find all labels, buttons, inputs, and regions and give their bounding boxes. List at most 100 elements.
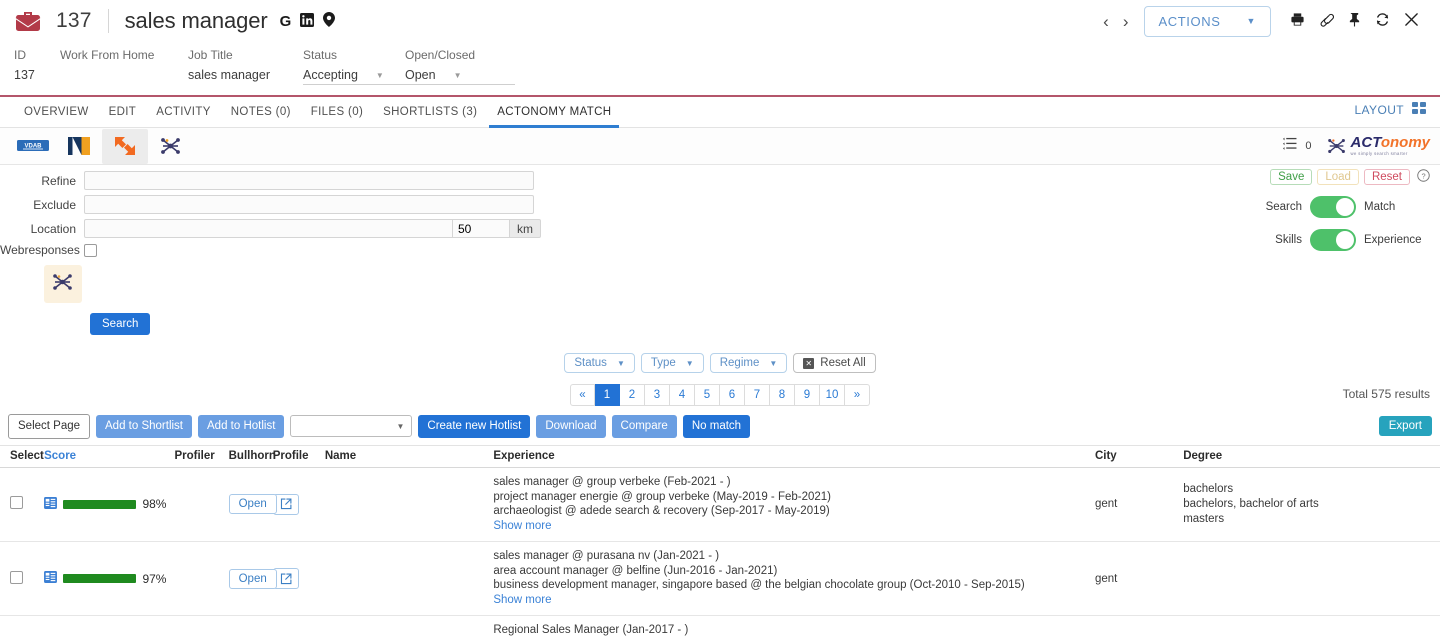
tab-notes[interactable]: NOTES (0) [221,106,301,127]
experience-line: sales manager @ group verbeke (Feb-2021 … [493,475,731,488]
search-panel: Refine Exclude Location km Webresponses [0,165,1440,335]
page-prev-button[interactable]: « [570,384,595,406]
results-action-bar: Select Page Add to Shortlist Add to Hotl… [0,408,1440,445]
page-button-2[interactable]: 2 [620,384,645,406]
show-more-link[interactable]: Show more [493,519,1087,534]
add-to-shortlist-button[interactable]: Add to Shortlist [96,415,192,438]
page-button-5[interactable]: 5 [695,384,720,406]
page-button-8[interactable]: 8 [770,384,795,406]
download-button[interactable]: Download [536,415,606,438]
layout-button[interactable]: LAYOUT [1354,101,1426,127]
open-profile-button[interactable]: Open [228,568,277,589]
page-button-4[interactable]: 4 [670,384,695,406]
tab-overview[interactable]: OVERVIEW [14,106,99,127]
select-page-button[interactable]: Select Page [8,414,91,439]
cell-city: gent [1090,467,1180,543]
score-bar [63,574,137,584]
exclude-input[interactable] [84,195,534,214]
tab-bar: OVERVIEW EDIT ACTIVITY NOTES (0) FILES (… [0,97,1440,128]
export-button[interactable]: Export [1378,416,1432,437]
chevron-down-icon: ▼ [396,421,405,431]
add-to-hotlist-button[interactable]: Add to Hotlist [198,415,285,438]
cell-score: 97% [40,541,171,617]
search-match-toggle-row: Search Match [1250,196,1430,218]
filter-regime-button[interactable]: Regime ▼ [709,353,788,373]
reset-all-filters-button[interactable]: ✕ Reset All [793,353,876,373]
cell-city: Ghent [1090,615,1180,636]
no-match-button[interactable]: No match [682,415,751,438]
column-header-city: City [1090,444,1180,468]
list-view-icon[interactable] [1282,137,1297,155]
hotlist-select[interactable]: ▼ [290,415,413,438]
actions-dropdown-button[interactable]: ACTIONS ▼ [1143,5,1271,37]
radius-input[interactable] [453,219,510,238]
search-button[interactable]: Search [90,313,151,335]
toggle-label-search: Search [1265,201,1302,213]
exclude-row: Exclude [0,195,1440,214]
meta-field-id: ID 137 [14,48,60,85]
cell-select [0,541,41,617]
page-button-3[interactable]: 3 [645,384,670,406]
tab-actonomy-match[interactable]: ACTONOMY MATCH [487,106,621,128]
save-button[interactable]: Save [1270,169,1313,185]
compare-button[interactable]: Compare [611,415,677,438]
orange-arrows-icon[interactable] [102,128,148,164]
open-profile-button[interactable]: Open [228,494,277,515]
page-button-1[interactable]: 1 [595,384,620,406]
linkedin-icon[interactable] [300,12,315,30]
experience-line: business development manager, singapore … [493,579,1025,592]
profiler-card-icon[interactable] [44,496,58,512]
link-icon[interactable] [1312,12,1341,30]
row-checkbox[interactable] [10,570,23,584]
open-closed-select[interactable]: Open ▼ [405,68,515,85]
tab-activity[interactable]: ACTIVITY [146,106,221,127]
row-checkbox[interactable] [10,496,23,510]
print-icon[interactable] [1283,12,1312,30]
tab-edit[interactable]: EDIT [99,106,147,127]
create-new-hotlist-button[interactable]: Create new Hotlist [418,415,531,438]
tab-shortlists[interactable]: SHORTLISTS (3) [373,106,487,127]
pin-icon[interactable] [1341,12,1368,30]
score-percent: 98% [142,497,167,512]
load-button[interactable]: Load [1317,169,1359,185]
n-logo-icon[interactable] [56,129,102,164]
search-match-toggle[interactable] [1310,196,1356,218]
filter-status-button[interactable]: Status ▼ [564,353,635,373]
actonomy-logo-onomy: onomy [1380,134,1430,152]
meta-value-id: 137 [14,68,35,82]
tab-files[interactable]: FILES (0) [301,106,373,127]
webresponses-checkbox[interactable] [84,243,97,257]
status-select[interactable]: Accepting ▼ [303,68,405,85]
page-button-9[interactable]: 9 [795,384,820,406]
experience-line: archaeologist @ adede search & recovery … [493,505,830,518]
table-header-row: Select Score Profiler Bullhorn Profile N… [0,444,1440,468]
page-button-10[interactable]: 10 [820,384,845,406]
google-icon[interactable]: G [280,14,292,29]
location-pin-icon[interactable] [323,12,336,30]
show-more-link[interactable]: Show more [493,593,1087,608]
next-record-button[interactable]: › [1116,13,1136,30]
record-id: 137 [56,9,92,32]
profiler-card-icon[interactable] [44,571,58,586]
close-icon[interactable] [1397,12,1426,30]
page-next-button[interactable]: » [845,384,870,406]
help-icon[interactable]: ? [1417,169,1430,185]
vdab-icon[interactable]: VDAB [10,129,56,164]
meta-label-job-title: Job Title [188,48,233,62]
webresponses-row: Webresponses [0,243,1440,257]
page-button-7[interactable]: 7 [745,384,770,406]
previous-record-button[interactable]: ‹ [1096,13,1116,30]
filter-type-button[interactable]: Type ▼ [640,353,704,373]
reset-button[interactable]: Reset [1363,169,1410,185]
semantic-graph-button[interactable] [44,265,82,303]
total-results-text: Total 575 results [1342,387,1430,401]
column-header-score[interactable]: Score [40,444,171,468]
skills-experience-toggle[interactable] [1310,229,1356,251]
refresh-icon[interactable] [1368,12,1397,30]
meta-label-status: Status [303,48,338,62]
actonomy-graph-icon[interactable] [148,129,194,164]
location-input[interactable] [84,219,453,238]
refine-input[interactable] [84,171,534,190]
table-row: 98% Open sales manager @ group verbeke (Fe… [0,467,1440,543]
page-button-6[interactable]: 6 [720,384,745,406]
